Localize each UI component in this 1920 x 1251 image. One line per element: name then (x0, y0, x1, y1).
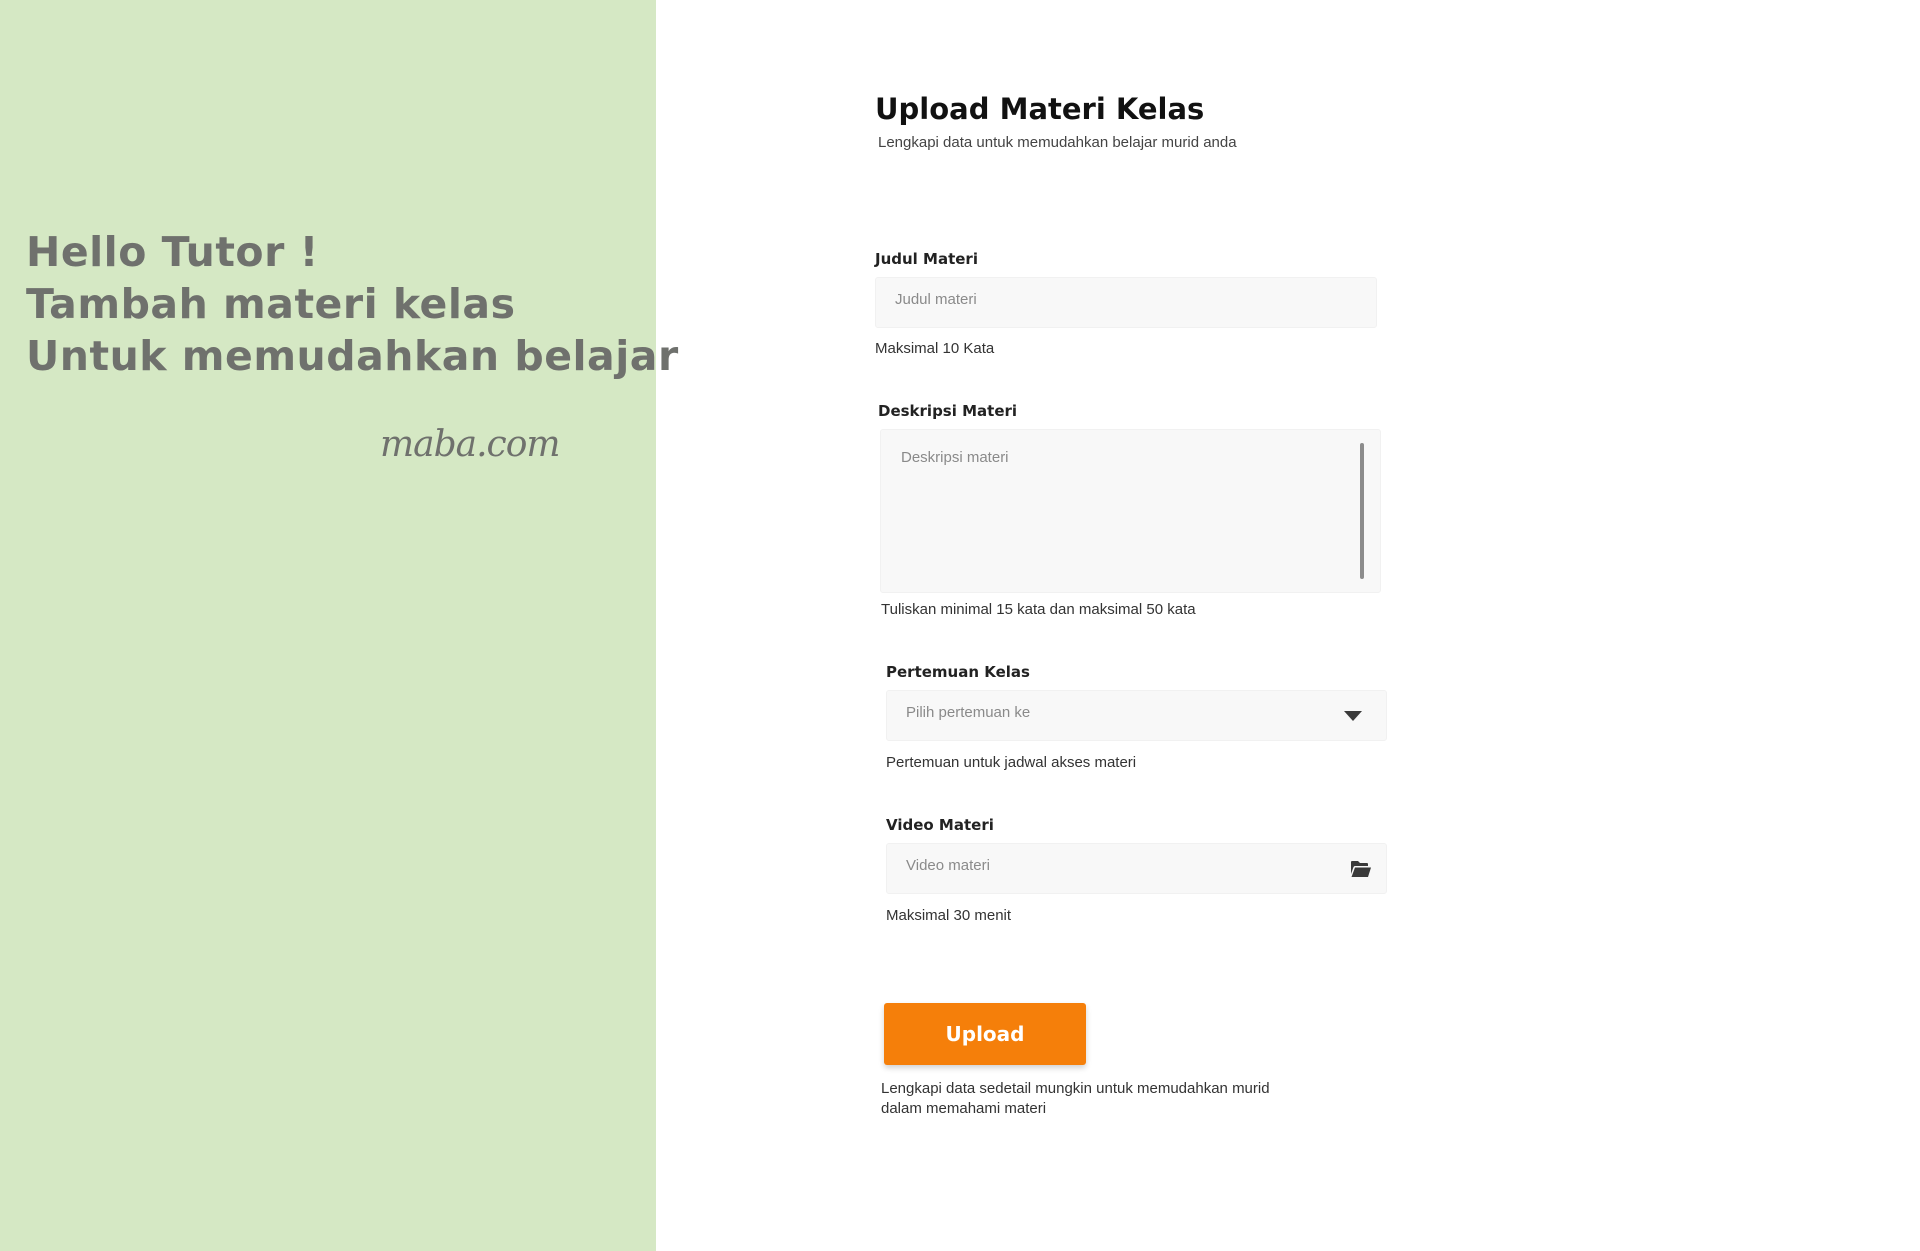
welcome-panel: Hello Tutor ! Tambah materi kelas Untuk … (0, 0, 678, 1251)
page-subtitle: Lengkapi data untuk memudahkan belajar m… (878, 134, 1237, 151)
deskripsi-materi-placeholder: Deskripsi materi (901, 449, 1009, 466)
pertemuan-kelas-label: Pertemuan Kelas (886, 663, 1030, 681)
video-materi-label: Video Materi (886, 816, 994, 834)
greeting-line-3: Untuk memudahkan belajar (26, 332, 679, 380)
deskripsi-materi-textarea[interactable]: Deskripsi materi (880, 429, 1381, 593)
video-materi-placeholder: Video materi (906, 857, 990, 874)
deskripsi-materi-label: Deskripsi Materi (878, 402, 1018, 420)
video-materi-hint: Maksimal 30 menit (886, 907, 1012, 924)
page-title: Upload Materi Kelas (875, 92, 1205, 126)
pertemuan-kelas-placeholder: Pilih pertemuan ke (906, 704, 1031, 721)
judul-materi-placeholder: Judul materi (895, 291, 977, 308)
upload-page: Hello Tutor ! Tambah materi kelas Untuk … (0, 0, 1920, 1251)
deskripsi-materi-hint: Tuliskan minimal 15 kata dan maksimal 50… (881, 601, 1196, 618)
brand-logo-text: maba.com (380, 424, 561, 465)
footer-note: Lengkapi data sedetail mungkin untuk mem… (881, 1080, 1270, 1117)
judul-materi-hint: Maksimal 10 Kata (875, 340, 995, 357)
judul-materi-input[interactable]: Judul materi (875, 277, 1377, 328)
greeting-line-2: Tambah materi kelas (26, 280, 516, 328)
video-materi-file-input[interactable]: Video materi (886, 843, 1387, 894)
welcome-message: Hello Tutor ! Tambah materi kelas Untuk … (26, 226, 679, 382)
pertemuan-kelas-hint: Pertemuan untuk jadwal akses materi (886, 754, 1137, 771)
folder-open-icon[interactable] (1349, 857, 1373, 881)
upload-button[interactable]: Upload (884, 1003, 1086, 1065)
greeting-line-1: Hello Tutor ! (26, 228, 319, 276)
textarea-scrollbar[interactable] (1360, 443, 1364, 579)
judul-materi-label: Judul Materi (875, 250, 978, 268)
caret-down-icon[interactable] (1341, 704, 1365, 728)
pertemuan-kelas-select[interactable]: Pilih pertemuan ke (886, 690, 1387, 741)
